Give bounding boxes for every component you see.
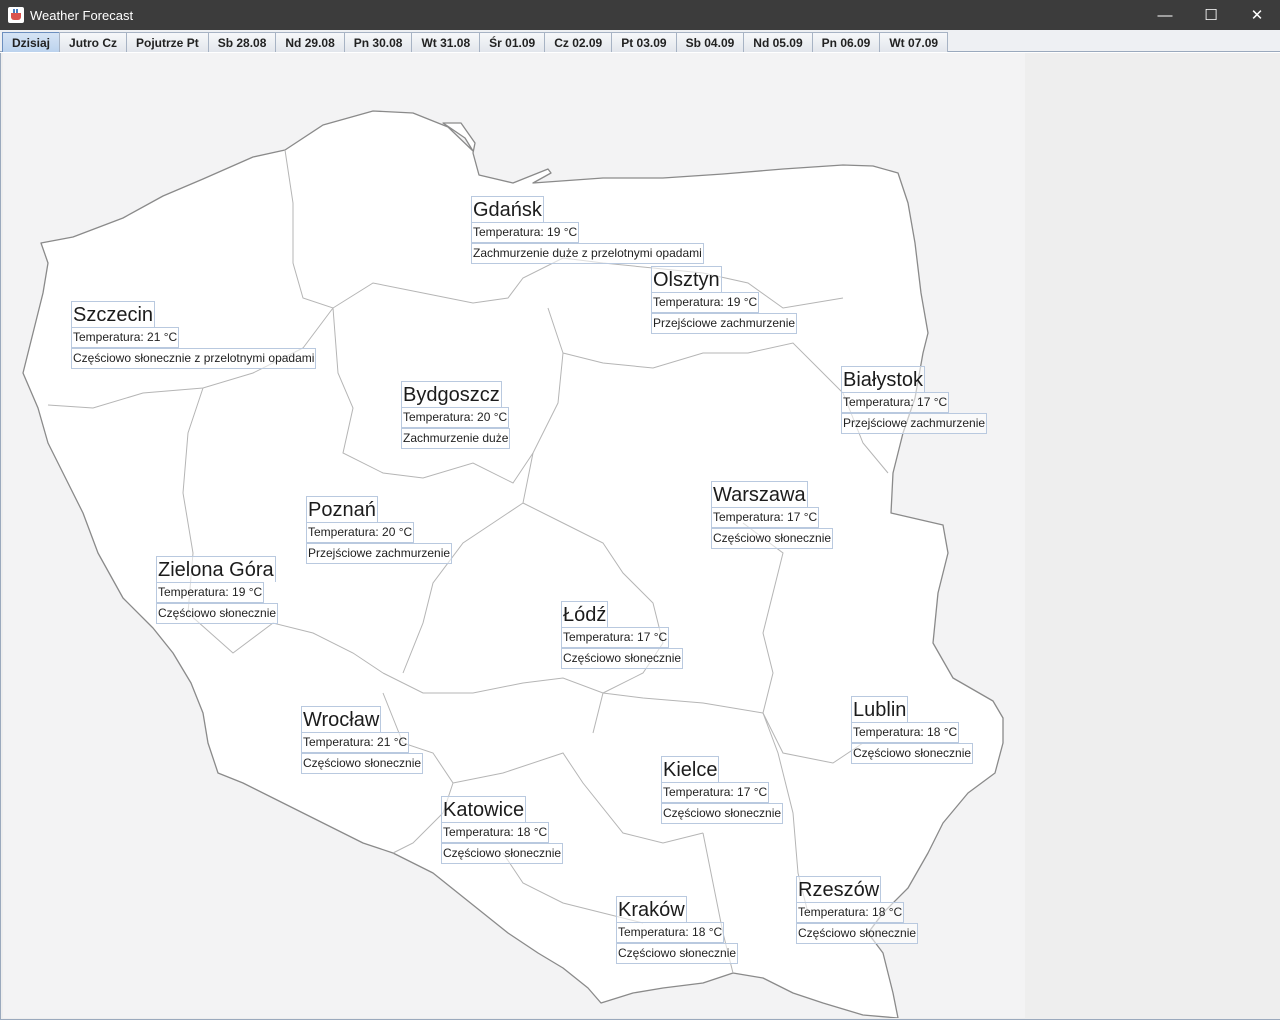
city-temperature: Temperatura: 17 °C <box>561 627 670 648</box>
city-label-bydgoszcz: Bydgoszcz Temperatura: 20 °C Zachmurzeni… <box>401 381 511 449</box>
tab-dzisiaj[interactable]: Dzisiaj <box>2 32 61 52</box>
city-temperature: Temperatura: 21 °C <box>71 327 180 348</box>
city-label-poznan: Poznań Temperatura: 20 °C Przejściowe za… <box>306 496 453 564</box>
city-name: Bydgoszcz <box>401 381 502 407</box>
tab-pojutrze[interactable]: Pojutrze Pt <box>126 32 209 52</box>
city-label-bialystok: Białystok Temperatura: 17 °C Przejściowe… <box>841 366 988 434</box>
city-label-lodz: Łódź Temperatura: 17 °C Częściowo słonec… <box>561 601 684 669</box>
city-label-zielona-gora: Zielona Góra Temperatura: 19 °C Częściow… <box>156 556 279 624</box>
city-temperature: Temperatura: 18 °C <box>616 922 725 943</box>
city-condition: Częściowo słonecznie <box>796 923 919 944</box>
city-label-lublin: Lublin Temperatura: 18 °C Częściowo słon… <box>851 696 974 764</box>
close-icon[interactable]: ✕ <box>1234 0 1280 30</box>
city-temperature: Temperatura: 18 °C <box>796 902 905 923</box>
city-label-warszawa: Warszawa Temperatura: 17 °C Częściowo sł… <box>711 481 834 549</box>
java-app-icon <box>8 7 24 23</box>
tab-day-4[interactable]: Nd 29.08 <box>275 32 345 52</box>
city-label-kielce: Kielce Temperatura: 17 °C Częściowo słon… <box>661 756 784 824</box>
window-title: Weather Forecast <box>30 7 134 23</box>
city-condition: Przejściowe zachmurzenie <box>651 313 798 334</box>
minimize-icon[interactable]: — <box>1142 0 1188 30</box>
city-name: Poznań <box>306 496 378 522</box>
tab-day-7[interactable]: Śr 01.09 <box>479 32 546 52</box>
tab-day-9[interactable]: Pt 03.09 <box>611 32 677 52</box>
city-temperature: Temperatura: 19 °C <box>471 222 580 243</box>
poland-map: Gdańsk Temperatura: 19 °C Zachmurzenie d… <box>3 53 1025 1018</box>
city-name: Rzeszów <box>796 876 882 902</box>
city-name: Wrocław <box>301 706 382 732</box>
city-condition: Częściowo słonecznie <box>156 603 279 624</box>
window-controls: — ☐ ✕ <box>1142 0 1280 30</box>
city-label-gdansk: Gdańsk Temperatura: 19 °C Zachmurzenie d… <box>471 196 704 264</box>
city-label-olsztyn: Olsztyn Temperatura: 19 °C Przejściowe z… <box>651 266 798 334</box>
tab-day-8[interactable]: Cz 02.09 <box>544 32 613 52</box>
city-condition: Częściowo słonecznie <box>616 943 739 964</box>
city-name: Zielona Góra <box>156 556 276 582</box>
window-titlebar: Weather Forecast — ☐ ✕ <box>0 0 1280 30</box>
city-name: Gdańsk <box>471 196 544 222</box>
tab-content-panel: Gdańsk Temperatura: 19 °C Zachmurzenie d… <box>0 53 1280 1020</box>
city-condition: Częściowo słonecznie <box>711 528 834 549</box>
tab-day-10[interactable]: Sb 04.09 <box>675 32 745 52</box>
tab-day-11[interactable]: Nd 05.09 <box>743 32 813 52</box>
tab-jutro[interactable]: Jutro Cz <box>59 32 128 52</box>
tab-day-6[interactable]: Wt 31.08 <box>411 32 481 52</box>
city-name: Katowice <box>441 796 527 822</box>
city-condition: Przejściowe zachmurzenie <box>306 543 453 564</box>
city-condition: Częściowo słonecznie z przelotnymi opada… <box>71 348 317 369</box>
maximize-icon[interactable]: ☐ <box>1188 0 1234 30</box>
city-temperature: Temperatura: 18 °C <box>851 722 960 743</box>
city-temperature: Temperatura: 17 °C <box>711 507 820 528</box>
city-label-szczecin: Szczecin Temperatura: 21 °C Częściowo sł… <box>71 301 317 369</box>
city-condition: Zachmurzenie duże z przelotnymi opadami <box>471 243 704 264</box>
city-label-katowice: Katowice Temperatura: 18 °C Częściowo sł… <box>441 796 564 864</box>
city-temperature: Temperatura: 21 °C <box>301 732 410 753</box>
city-temperature: Temperatura: 17 °C <box>661 782 770 803</box>
city-label-krakow: Kraków Temperatura: 18 °C Częściowo słon… <box>616 896 739 964</box>
city-condition: Częściowo słonecznie <box>301 753 424 774</box>
tab-day-13[interactable]: Wt 07.09 <box>879 32 949 52</box>
city-temperature: Temperatura: 20 °C <box>306 522 415 543</box>
city-name: Lublin <box>851 696 909 722</box>
day-tabs: Dzisiaj Jutro Cz Pojutrze Pt Sb 28.08 Nd… <box>2 32 949 52</box>
tab-day-3[interactable]: Sb 28.08 <box>207 32 277 52</box>
city-name: Łódź <box>561 601 609 627</box>
city-condition: Przejściowe zachmurzenie <box>841 413 988 434</box>
city-temperature: Temperatura: 17 °C <box>841 392 950 413</box>
tab-day-5[interactable]: Pn 30.08 <box>343 32 413 52</box>
city-condition: Zachmurzenie duże <box>401 428 511 449</box>
city-temperature: Temperatura: 19 °C <box>156 582 265 603</box>
tab-day-12[interactable]: Pn 06.09 <box>811 32 881 52</box>
city-temperature: Temperatura: 19 °C <box>651 292 760 313</box>
city-name: Szczecin <box>71 301 156 327</box>
city-temperature: Temperatura: 18 °C <box>441 822 550 843</box>
city-condition: Częściowo słonecznie <box>661 803 784 824</box>
city-label-rzeszow: Rzeszów Temperatura: 18 °C Częściowo sło… <box>796 876 919 944</box>
day-tab-bar: Dzisiaj Jutro Cz Pojutrze Pt Sb 28.08 Nd… <box>0 30 1280 52</box>
city-condition: Częściowo słonecznie <box>851 743 974 764</box>
city-name: Białystok <box>841 366 926 392</box>
city-label-wroclaw: Wrocław Temperatura: 21 °C Częściowo sło… <box>301 706 424 774</box>
city-name: Kraków <box>616 896 687 922</box>
city-name: Kielce <box>661 756 720 782</box>
city-temperature: Temperatura: 20 °C <box>401 407 510 428</box>
city-condition: Częściowo słonecznie <box>561 648 684 669</box>
city-name: Olsztyn <box>651 266 722 292</box>
city-name: Warszawa <box>711 481 808 507</box>
city-condition: Częściowo słonecznie <box>441 843 564 864</box>
